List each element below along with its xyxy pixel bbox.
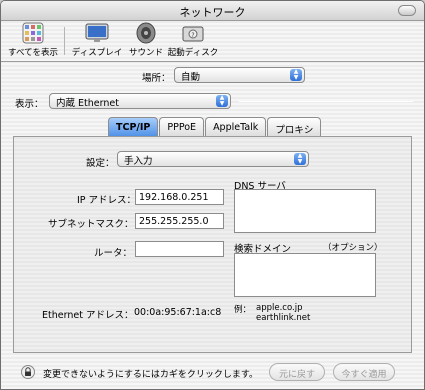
- show-value: 内蔵 Ethernet: [56, 98, 119, 109]
- window-title: ネットワーク: [179, 6, 246, 19]
- show-label: 表示：: [15, 99, 44, 110]
- example-value-1: apple.co.jp: [256, 303, 303, 313]
- footer: 変更できないようにするにはカギをクリックします。 元に戻す 今すぐ適用: [1, 359, 424, 387]
- toolbar: すべてを表示 ディスプレイ サウンド ? 起動ディスク: [1, 22, 424, 60]
- config-popup[interactable]: 手入力 ▲ ▼: [117, 151, 309, 167]
- show-popup[interactable]: 内蔵 Ethernet ▲ ▼: [49, 93, 231, 109]
- search-domain-field[interactable]: [234, 253, 376, 297]
- popup-arrows-icon: ▲ ▼: [294, 153, 306, 165]
- ip-address-field[interactable]: 192.168.0.251: [135, 189, 224, 205]
- display-icon: [85, 22, 109, 44]
- tab-pppoe[interactable]: PPPoE: [159, 117, 205, 137]
- network-preferences-window: ネットワーク すべてを表示 ディスプレイ サウンド ? 起動ディスク 場所： 自…: [0, 0, 425, 390]
- show-separator: [239, 101, 413, 102]
- apply-now-button[interactable]: 今すぐ適用: [333, 363, 395, 381]
- display-label: ディスプレイ: [71, 48, 123, 58]
- lock-icon[interactable]: [21, 365, 35, 379]
- optional-label: （オプション）: [323, 243, 383, 253]
- location-label: 場所：: [142, 73, 171, 84]
- ethernet-label: Ethernet アドレス：: [42, 310, 134, 321]
- sound-label: サウンド: [128, 48, 163, 58]
- speaker-icon: [134, 22, 158, 44]
- startup-disk-label: 起動ディスク: [167, 48, 219, 58]
- config-label: 設定：: [86, 158, 115, 169]
- router-field[interactable]: [135, 241, 224, 257]
- svg-text:?: ?: [191, 32, 194, 39]
- location-popup[interactable]: 自動 ▲ ▼: [174, 67, 305, 83]
- show-all-button[interactable]: すべてを表示: [7, 22, 59, 58]
- display-button[interactable]: ディスプレイ: [71, 22, 123, 58]
- lock-message: 変更できないようにするにはカギをクリックします。: [43, 370, 259, 380]
- toolbar-divider: [1, 61, 424, 62]
- revert-button[interactable]: 元に戻す: [269, 363, 325, 381]
- toolbar-separator: [64, 27, 65, 55]
- apple-grid-icon: [21, 22, 45, 44]
- popup-arrows-icon: ▲ ▼: [216, 95, 228, 107]
- tab-proxy[interactable]: プロキシ: [267, 117, 322, 137]
- subnet-label: サブネットマスク：: [48, 219, 134, 230]
- sound-button[interactable]: サウンド: [125, 22, 167, 58]
- example-value-2: earthlink.net: [256, 313, 311, 323]
- ip-label: IP アドレス：: [77, 195, 137, 206]
- tab-appletalk[interactable]: AppleTalk: [205, 117, 267, 137]
- ethernet-address-value: 00:0a:95:67:1a:c8: [134, 307, 222, 318]
- toolbar-toggle-button[interactable]: [398, 5, 416, 16]
- location-value: 自動: [181, 72, 201, 83]
- subnet-mask-field[interactable]: 255.255.255.0: [135, 213, 224, 229]
- example-label: 例：: [234, 305, 252, 315]
- config-value: 手入力: [124, 156, 153, 167]
- startup-disk-button[interactable]: ? 起動ディスク: [167, 22, 219, 58]
- tab-tcpip[interactable]: TCP/IP: [108, 117, 159, 137]
- popup-arrows-icon: ▲ ▼: [290, 69, 302, 81]
- router-label: ルータ：: [94, 248, 133, 259]
- show-all-label: すべてを表示: [8, 48, 58, 58]
- tab-bar: TCP/IP PPPoE AppleTalk プロキシ: [108, 117, 322, 137]
- dns-server-field[interactable]: [234, 189, 376, 233]
- title-bar[interactable]: ネットワーク: [1, 1, 424, 21]
- startup-disk-icon: ?: [181, 22, 205, 44]
